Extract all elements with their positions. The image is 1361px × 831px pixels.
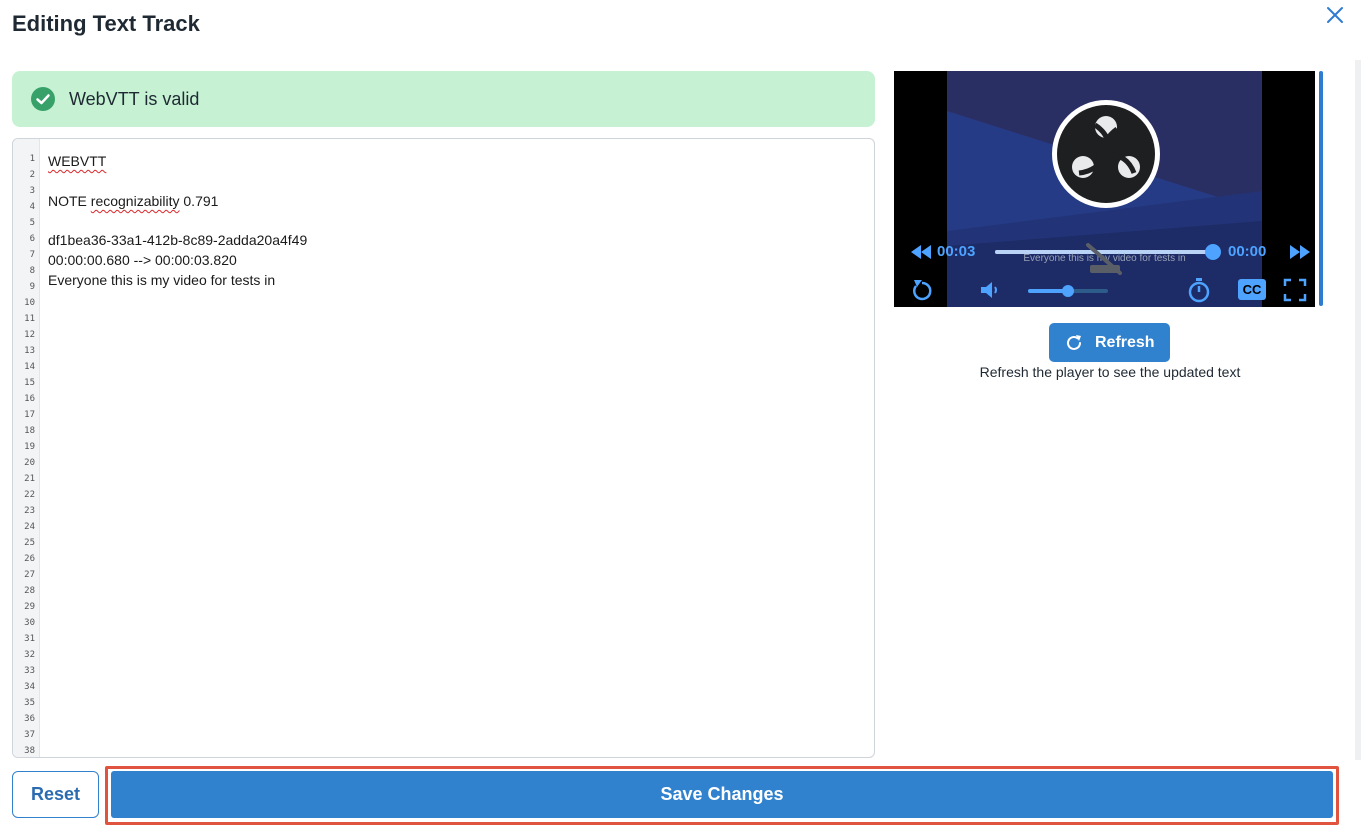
code-line-7: 00:00:00.680 --> 00:00:03.820: [48, 252, 237, 268]
line-number: 3: [29, 186, 35, 196]
line-number: 19: [24, 442, 35, 452]
check-circle-icon: [31, 87, 55, 111]
volume-icon[interactable]: [979, 279, 1001, 301]
line-number: 24: [24, 522, 35, 532]
line-number: 23: [24, 506, 35, 516]
refresh-note: Refresh the player to see the updated te…: [979, 364, 1241, 380]
code-text: WEBVTT: [48, 153, 107, 169]
refresh-icon: [1067, 335, 1081, 350]
code-line-4: NOTE recognizability 0.791: [48, 193, 218, 209]
fast-forward-icon[interactable]: [1289, 244, 1311, 260]
validation-message: WebVTT is valid: [69, 89, 200, 109]
line-number: 31: [24, 634, 35, 644]
preview-scrollbar[interactable]: [1319, 71, 1323, 306]
line-number: 34: [24, 682, 35, 692]
line-number: 20: [24, 458, 35, 468]
line-number: 36: [24, 714, 35, 724]
timer-icon[interactable]: [1187, 277, 1211, 303]
line-number: 25: [24, 538, 35, 548]
line-number: 26: [24, 554, 35, 564]
code-text: NOTE: [48, 193, 91, 209]
code-line-8: Everyone this is my video for tests in: [48, 272, 276, 288]
line-number: 15: [24, 378, 35, 388]
line-number: 33: [24, 666, 35, 676]
cc-label: CC: [1242, 282, 1262, 297]
webvtt-editor[interactable]: 1 2 3 4 5 6 7 8 9 10 11 12 13 14 15 16 17 18 19 20 21 22 23 24 2…: [12, 138, 875, 758]
line-number: 9: [29, 282, 35, 292]
line-number: 11: [24, 314, 35, 324]
replay-icon[interactable]: [911, 278, 933, 302]
line-number: 1: [29, 154, 35, 164]
line-number: 27: [24, 570, 35, 580]
line-number: 6: [29, 234, 35, 244]
remaining-time: 00:00: [1228, 243, 1267, 260]
code-text: 0.791: [179, 193, 219, 209]
line-number: 21: [24, 474, 35, 484]
page-scrollbar[interactable]: [1355, 60, 1361, 760]
closed-captions-icon[interactable]: CC: [1238, 279, 1266, 300]
validation-banner: WebVTT is valid: [12, 71, 875, 127]
save-changes-button[interactable]: Save Changes: [111, 771, 1333, 818]
line-number: 7: [29, 250, 35, 260]
line-number: 22: [24, 490, 35, 500]
captions-off-icon: [1086, 243, 1122, 275]
line-number: 32: [24, 650, 35, 660]
line-number: 16: [24, 394, 35, 404]
volume-slider[interactable]: [1028, 285, 1108, 297]
line-number: 13: [24, 346, 35, 356]
code-text: recognizability: [90, 193, 180, 209]
refresh-label: Refresh: [1095, 334, 1155, 351]
video-player[interactable]: 00:03 Everyone this is my video for test…: [894, 71, 1315, 307]
line-number: 35: [24, 698, 35, 708]
close-icon: [1327, 7, 1343, 23]
fullscreen-icon[interactable]: [1283, 278, 1307, 302]
page-title: Editing Text Track: [12, 11, 200, 36]
line-number: 14: [24, 362, 35, 372]
volume-handle[interactable]: [1062, 285, 1074, 297]
line-number: 12: [24, 330, 35, 340]
line-number: 30: [24, 618, 35, 628]
line-number: 17: [24, 410, 35, 420]
line-number: 38: [24, 746, 35, 756]
line-number: 29: [24, 602, 35, 612]
refresh-button[interactable]: Refresh: [1049, 323, 1170, 362]
line-number: 18: [24, 426, 35, 436]
line-number-gutter: 1 2 3 4 5 6 7 8 9 10 11 12 13 14 15 16 17 18 19 20 21 22 23 24 2…: [13, 139, 40, 757]
line-number: 5: [29, 218, 35, 228]
line-number: 37: [24, 730, 35, 740]
line-number: 10: [24, 298, 35, 308]
line-number: 8: [29, 266, 35, 276]
obs-logo: [1052, 100, 1160, 208]
line-number: 2: [29, 170, 35, 180]
close-button[interactable]: [1322, 2, 1348, 28]
code-line-6: df1bea36-33a1-412b-8c89-2adda20a4f49: [48, 232, 308, 248]
line-number: 28: [24, 586, 35, 596]
line-number: 4: [29, 202, 35, 212]
code-line-1: WEBVTT: [48, 153, 106, 169]
reset-button[interactable]: Reset: [12, 771, 99, 818]
